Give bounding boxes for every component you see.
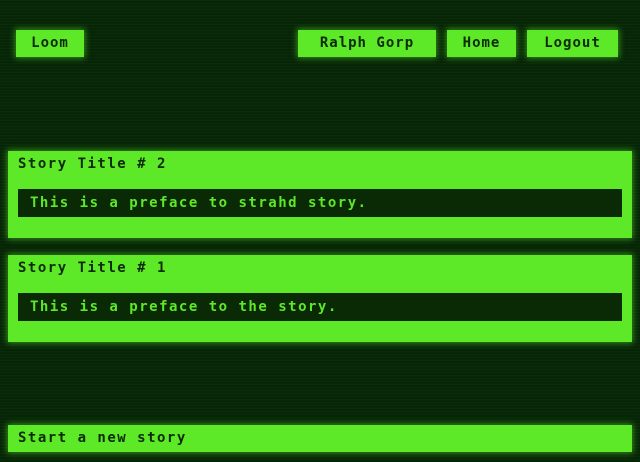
home-button[interactable]: Home [447, 30, 516, 57]
new-story-button[interactable]: Start a new story [8, 425, 632, 452]
story-title: Story Title # 1 [18, 260, 167, 276]
story-preface: This is a preface to strahd story. [18, 189, 622, 217]
story-card[interactable]: Story Title # 1 This is a preface to the… [8, 255, 632, 342]
brand-button[interactable]: Loom [16, 30, 84, 57]
story-card[interactable]: Story Title # 2 This is a preface to str… [8, 151, 632, 238]
logout-button[interactable]: Logout [527, 30, 618, 57]
story-title: Story Title # 2 [18, 156, 167, 172]
story-preface: This is a preface to the story. [18, 293, 622, 321]
user-profile-button[interactable]: Ralph Gorp [298, 30, 436, 57]
